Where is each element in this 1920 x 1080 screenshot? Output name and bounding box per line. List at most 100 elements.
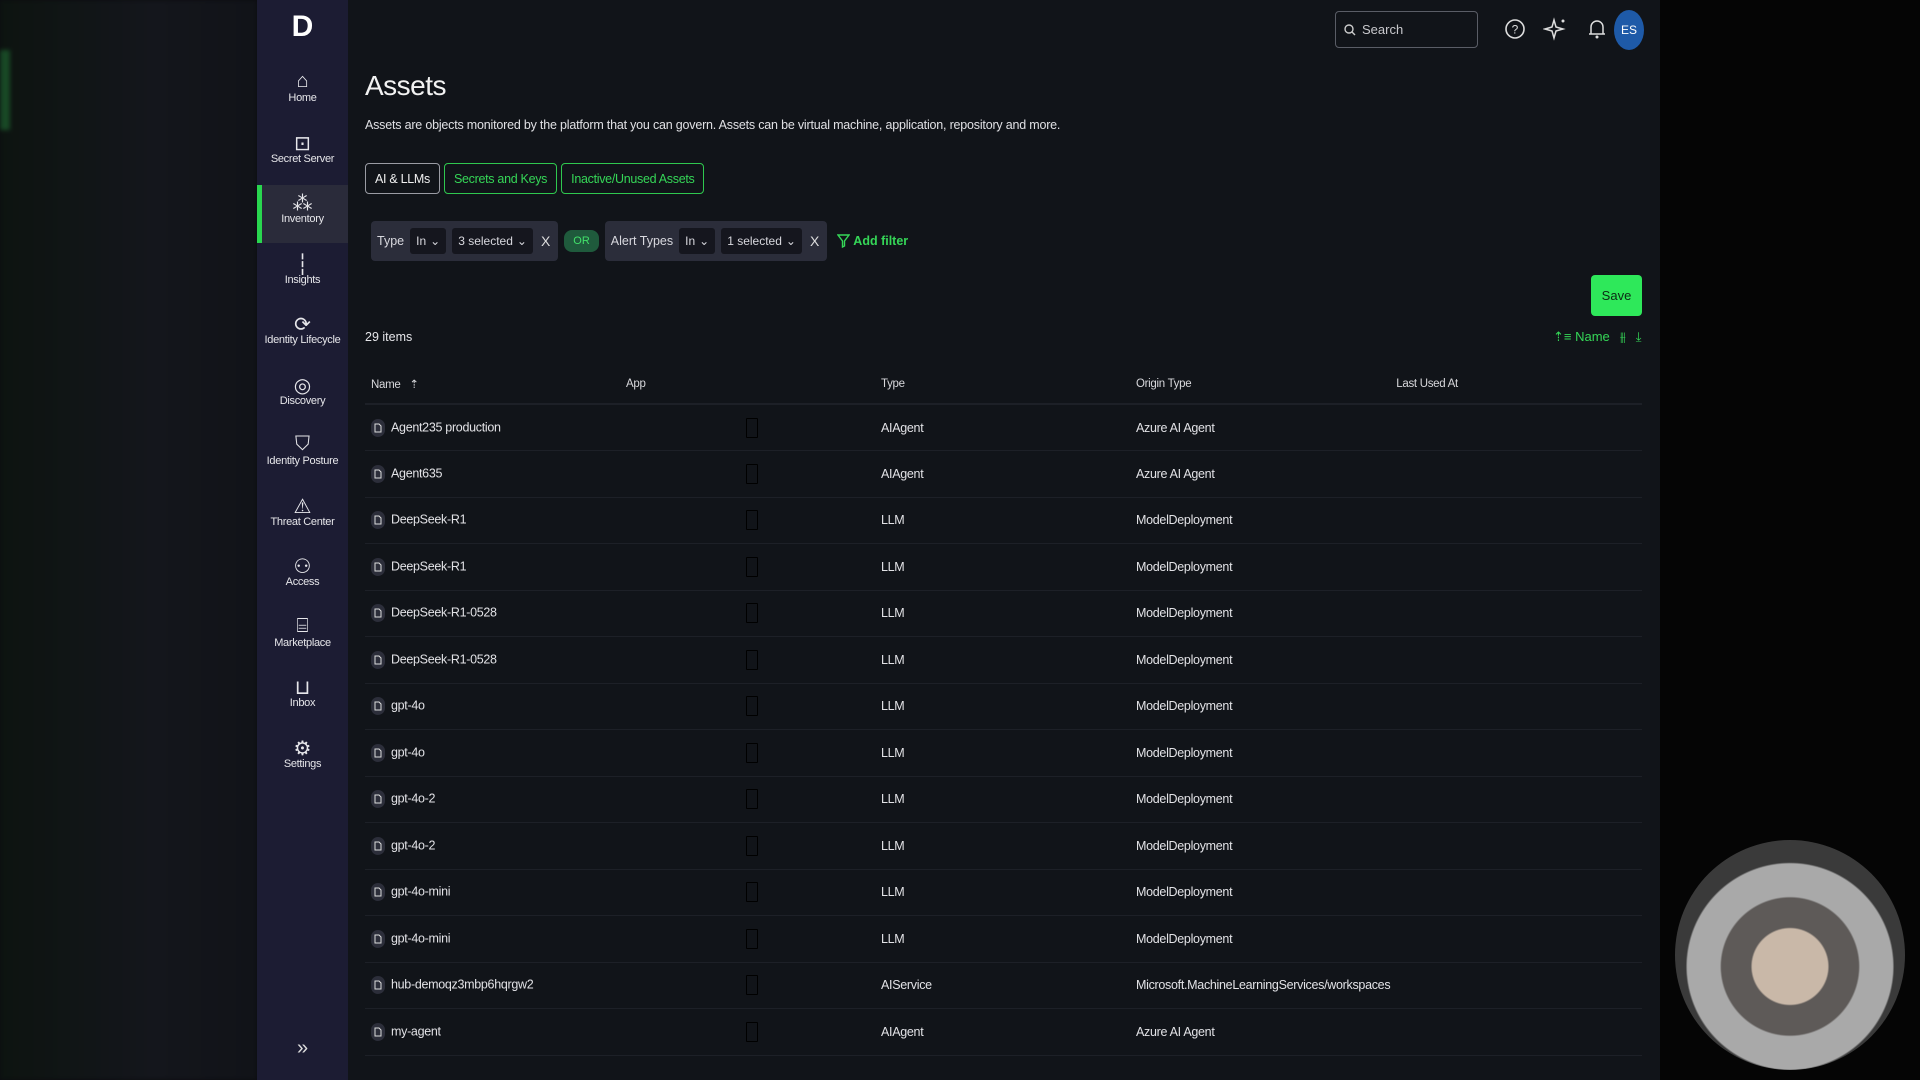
bar-chart-icon: ┆ xyxy=(257,246,348,274)
table-row[interactable]: gpt-4oLLMModelDeployment xyxy=(365,730,1642,777)
sidebar-item-label: Identity Lifecycle xyxy=(257,334,348,346)
sparkle-icon[interactable] xyxy=(1543,16,1569,42)
columns-settings-icon[interactable]: ⫵ xyxy=(1620,329,1626,345)
tab-secrets-and-keys[interactable]: Secrets and Keys xyxy=(444,163,557,194)
table-row[interactable]: gpt-4o-2LLMModelDeployment xyxy=(365,823,1642,870)
page-description: Assets are objects monitored by the plat… xyxy=(365,118,1060,132)
remove-alert-filter-button[interactable]: X xyxy=(808,233,821,249)
alert-value-select[interactable]: 1 selected⌄ xyxy=(721,228,802,254)
table-row[interactable]: gpt-4o-miniLLMModelDeployment xyxy=(365,916,1642,963)
search-input[interactable]: Search xyxy=(1335,11,1478,48)
table-row[interactable]: DeepSeek-R1LLMModelDeployment xyxy=(365,497,1642,544)
sort-by-name-button[interactable]: ⇡≡ Name xyxy=(1553,329,1610,345)
bell-icon[interactable] xyxy=(1584,16,1610,42)
document-icon xyxy=(371,465,385,483)
app-logo[interactable]: D xyxy=(257,10,348,44)
asset-name-link[interactable]: Agent635 xyxy=(391,466,442,480)
asset-name-link[interactable]: Agent235 production xyxy=(391,420,501,434)
inventory-icon: ⁂ xyxy=(257,185,348,213)
column-header-app[interactable]: App xyxy=(620,364,875,404)
asset-name-link[interactable]: my-agent xyxy=(391,1024,441,1038)
sidebar-item-secret-server[interactable]: ⊡Secret Server xyxy=(257,125,348,183)
table-row[interactable]: gpt-4o-2LLMModelDeployment xyxy=(365,776,1642,823)
home-icon: ⌂ xyxy=(257,64,348,92)
asset-name-link[interactable]: DeepSeek-R1-0528 xyxy=(391,652,497,666)
asset-name-link[interactable]: gpt-4o-2 xyxy=(391,792,435,806)
user-check-icon: ⚇ xyxy=(257,548,348,576)
cell-app xyxy=(620,730,875,777)
sidebar-item-inbox[interactable]: ⊔Inbox xyxy=(257,669,348,727)
tab-inactive-unused-assets[interactable]: Inactive/Unused Assets xyxy=(561,163,704,194)
document-icon xyxy=(371,419,385,437)
document-icon xyxy=(371,1023,385,1041)
webcam-overlay xyxy=(1675,840,1905,1070)
cell-origin-type: ModelDeployment xyxy=(1130,683,1390,730)
asset-name-link[interactable]: gpt-4o-mini xyxy=(391,885,450,899)
expand-sidebar-button[interactable]: » xyxy=(257,1037,348,1060)
alert-operator-select[interactable]: In⌄ xyxy=(679,228,715,254)
help-icon[interactable]: ? xyxy=(1502,16,1528,42)
sidebar-item-insights[interactable]: ┆Insights xyxy=(257,246,348,304)
column-header-name[interactable]: Name ⇡ xyxy=(365,364,620,404)
app-file-icon xyxy=(746,557,758,577)
asset-name-link[interactable]: DeepSeek-R1-0528 xyxy=(391,606,497,620)
app-file-icon xyxy=(746,929,758,949)
sort-ascending-icon[interactable]: ⇡ xyxy=(409,379,418,391)
sidebar-item-identity-lifecycle[interactable]: ⟳Identity Lifecycle xyxy=(257,306,348,364)
cell-name: Agent635 xyxy=(365,451,620,498)
table-row[interactable]: DeepSeek-R1-0528LLMModelDeployment xyxy=(365,637,1642,684)
or-toggle[interactable]: OR xyxy=(564,230,599,252)
sidebar-item-home[interactable]: ⌂Home xyxy=(257,64,348,122)
column-header-last-used-at[interactable]: Last Used At xyxy=(1390,364,1642,404)
sidebar-item-threat-center[interactable]: ⚠Threat Center xyxy=(257,488,348,546)
cell-last-used xyxy=(1390,683,1642,730)
download-icon[interactable]: ⤓ xyxy=(1636,329,1642,345)
asset-name-link[interactable]: DeepSeek-R1 xyxy=(391,513,466,527)
sidebar-item-access[interactable]: ⚇Access xyxy=(257,548,348,606)
sidebar-item-label: Discovery xyxy=(257,395,348,407)
document-icon xyxy=(371,790,385,808)
save-button[interactable]: Save xyxy=(1591,275,1642,316)
column-header-origin-type[interactable]: Origin Type xyxy=(1130,364,1390,404)
sidebar-item-settings[interactable]: ⚙Settings xyxy=(257,730,348,788)
column-label: Last Used At xyxy=(1396,378,1458,390)
sidebar-item-label: Inbox xyxy=(257,697,348,709)
asset-name-link[interactable]: gpt-4o xyxy=(391,699,425,713)
sidebar-item-label: Identity Posture xyxy=(257,455,348,467)
app-file-icon xyxy=(746,743,758,763)
cell-name: DeepSeek-R1-0528 xyxy=(365,590,620,637)
asset-name-link[interactable]: gpt-4o-mini xyxy=(391,931,450,945)
table-row[interactable]: DeepSeek-R1LLMModelDeployment xyxy=(365,544,1642,591)
sidebar-item-discovery[interactable]: ◎Discovery xyxy=(257,367,348,425)
type-operator-select[interactable]: In⌄ xyxy=(410,228,446,254)
sidebar-item-label: Marketplace xyxy=(257,637,348,649)
table-row[interactable]: gpt-4oLLMModelDeployment xyxy=(365,683,1642,730)
cell-type: AIAgent xyxy=(875,1009,1130,1056)
asset-tabs: AI & LLMs Secrets and Keys Inactive/Unus… xyxy=(365,163,704,194)
remove-type-filter-button[interactable]: X xyxy=(539,233,552,249)
asset-name-link[interactable]: gpt-4o-2 xyxy=(391,838,435,852)
cell-last-used xyxy=(1390,869,1642,916)
sidebar-item-identity-posture[interactable]: ⛉Identity Posture xyxy=(257,427,348,485)
asset-name-link[interactable]: gpt-4o xyxy=(391,745,425,759)
user-avatar[interactable]: ES xyxy=(1614,10,1644,50)
table-row[interactable]: hub-demoqz3mbp6hqrgw2AIServiceMicrosoft.… xyxy=(365,962,1642,1009)
sidebar-item-inventory[interactable]: ⁂Inventory xyxy=(257,185,348,243)
shield-check-icon: ⛉ xyxy=(257,427,348,455)
cell-origin-type: ModelDeployment xyxy=(1130,916,1390,963)
cell-app xyxy=(620,962,875,1009)
table-row[interactable]: Agent635AIAgentAzure AI Agent xyxy=(365,451,1642,498)
cell-type: LLM xyxy=(875,869,1130,916)
tab-ai-llms[interactable]: AI & LLMs xyxy=(365,163,440,194)
table-row[interactable]: my-agentAIAgentAzure AI Agent xyxy=(365,1009,1642,1056)
column-header-type[interactable]: Type xyxy=(875,364,1130,404)
table-row[interactable]: DeepSeek-R1-0528LLMModelDeployment xyxy=(365,590,1642,637)
cell-type: LLM xyxy=(875,497,1130,544)
table-row[interactable]: gpt-4o-miniLLMModelDeployment xyxy=(365,869,1642,916)
asset-name-link[interactable]: DeepSeek-R1 xyxy=(391,559,466,573)
type-value-select[interactable]: 3 selected⌄ xyxy=(452,228,533,254)
sidebar-item-marketplace[interactable]: ⌸Marketplace xyxy=(257,609,348,667)
asset-name-link[interactable]: hub-demoqz3mbp6hqrgw2 xyxy=(391,978,533,992)
add-filter-button[interactable]: Add filter xyxy=(837,234,908,248)
table-row[interactable]: Agent235 productionAIAgentAzure AI Agent xyxy=(365,404,1642,451)
